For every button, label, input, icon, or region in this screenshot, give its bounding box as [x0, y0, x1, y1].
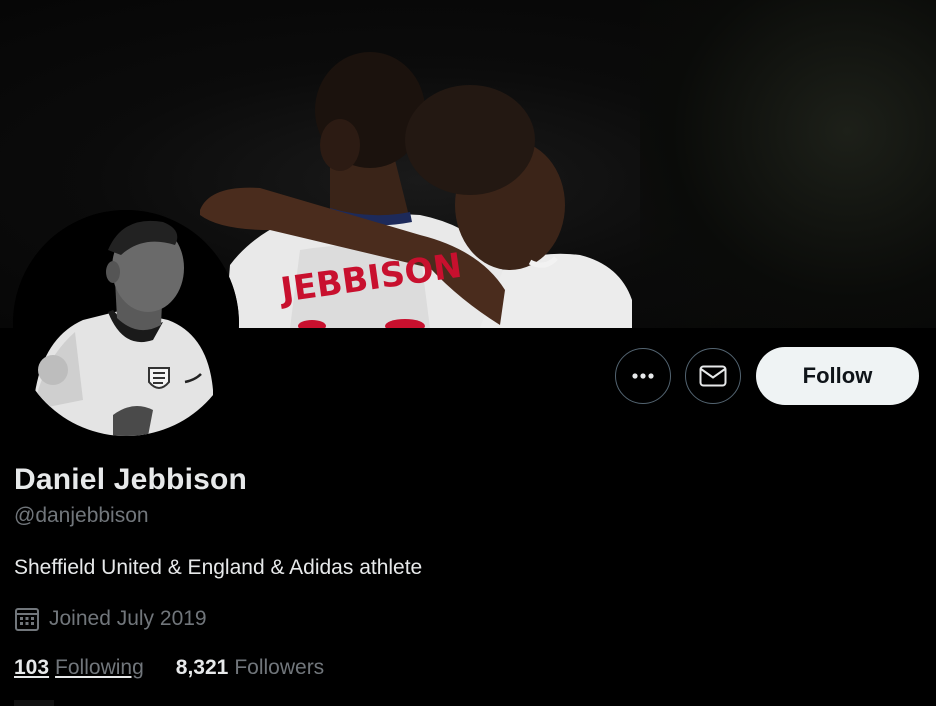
- more-options-button[interactable]: [615, 348, 671, 404]
- following-link[interactable]: 103 Following: [14, 656, 144, 680]
- profile-bio: Sheffield United & England & Adidas athl…: [14, 556, 423, 579]
- avatar-photo: [13, 210, 239, 436]
- cutoff-content: [14, 700, 54, 706]
- calendar-icon: [15, 608, 39, 631]
- follow-button[interactable]: Follow: [756, 347, 919, 405]
- user-handle: @danjebbison: [14, 504, 149, 527]
- followers-count: 8,321: [175, 656, 229, 679]
- followers-link[interactable]: 8,321 Followers: [176, 656, 324, 680]
- profile-page: JEBBISON Follow Daniel Jebbison @danjebb…: [0, 0, 936, 706]
- joined-date: Joined July 2019: [14, 606, 207, 632]
- following-label: Following: [55, 656, 144, 679]
- joined-text: Joined July 2019: [49, 607, 207, 630]
- display-name: Daniel Jebbison: [14, 463, 248, 496]
- profile-avatar[interactable]: [13, 210, 239, 436]
- followers-label: Followers: [234, 656, 325, 679]
- follow-stats: 103 Following 8,321 Followers: [14, 656, 356, 680]
- following-count: 103: [14, 656, 50, 679]
- envelope-icon: [699, 365, 727, 387]
- message-button[interactable]: [685, 348, 741, 404]
- more-horizontal-icon: [632, 373, 654, 379]
